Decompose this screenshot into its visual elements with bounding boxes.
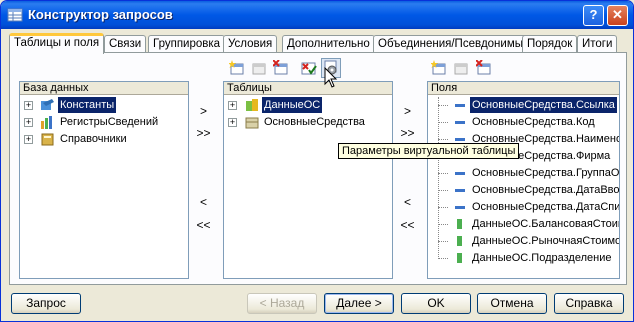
move-one-button[interactable]: > [193,101,214,121]
back-all-fields-button[interactable]: << [397,215,418,235]
tables-tree[interactable]: Таблицы + ДанныеОС + ОсновныеСредства [223,81,393,279]
tab-links[interactable]: Связи [104,35,147,53]
attribute-field-icon [455,172,465,175]
field-item[interactable]: ДанныеОС.Подразделение [428,250,619,266]
attribute-field-icon [455,206,465,209]
field-label: ОсновныеСредства.ДатаСписания [472,201,620,213]
tab-conditions[interactable]: Условия [223,35,278,53]
field-label: ДанныеОС.Подразделение [472,252,612,264]
resource-field-icon [457,236,462,246]
field-label: ДанныеОС.РыночнаяСтоимость [472,235,619,247]
field-item[interactable]: ОсновныеСредства.ГруппаОС [428,165,620,181]
tables-header: Таблицы [224,82,392,95]
attribute-field-icon [455,121,465,124]
tree-line [438,224,448,225]
tree-line [438,105,448,106]
expand-icon[interactable]: + [228,118,237,127]
table-icon [245,117,259,129]
resource-field-icon [457,253,462,263]
tree-item-label: ДанныеОС [262,97,323,113]
tab-order[interactable]: Порядок [522,35,578,53]
tree-item-data-os[interactable]: + ДанныеОС [224,97,392,113]
tree-item-label: РегистрыСведений [60,116,159,128]
query-designer-window: Конструктор запросов ? ✕ Таблицы и поля … [0,0,634,322]
expand-icon[interactable]: + [24,101,33,110]
next-button[interactable]: Далее > [324,293,394,314]
move-all-fields-button[interactable]: >> [397,123,418,143]
field-label: ОсновныеСредства.ГруппаОС [472,167,620,179]
field-item[interactable]: ОсновныеСредства.ДатаСписания [428,199,620,215]
catalogs-icon [41,133,54,146]
constants-icon [41,99,54,110]
tree-item-constants[interactable]: + Константы [20,97,188,113]
cancel-button[interactable]: Отмена [477,293,547,314]
fields-tree[interactable]: Поля ОсновныеСредства.Ссылка ОсновныеСред… [427,81,620,279]
query-button[interactable]: Запрос [11,293,81,314]
tree-line [438,139,448,140]
tab-grouping[interactable]: Группировка [148,35,226,53]
database-tree[interactable]: База данных + Константы + РегистрыСведен… [19,81,189,279]
field-item[interactable]: ДанныеОС.БалансоваяСтоимость [428,216,619,232]
ok-button[interactable]: OK [401,293,471,314]
help-title-button[interactable]: ? [583,5,604,26]
table-params-icon[interactable] [301,60,317,76]
tree-line [438,97,439,259]
field-item[interactable]: ОсновныеСредства.Код [428,114,619,130]
query-designer-icon [7,8,23,22]
tab-unions-aliases[interactable]: Объединения/Псевдонимы [373,35,529,53]
attribute-field-icon [455,189,465,192]
title-bar[interactable]: Конструктор запросов ? ✕ [1,1,633,29]
expand-icon[interactable]: + [24,118,33,127]
tree-line [438,190,448,191]
back-button[interactable]: < Назад [247,293,317,314]
help-button[interactable]: Справка [554,293,624,314]
tree-item-fixed-assets[interactable]: + ОсновныеСредства [224,114,392,130]
change-field-icon [454,63,468,75]
resource-field-icon [457,219,462,229]
tree-item-label: ОсновныеСредства [264,116,365,128]
back-all-button[interactable]: << [193,215,214,235]
field-item[interactable]: ДанныеОС.РыночнаяСтоимость [428,233,619,249]
change-table-icon [252,63,266,75]
field-label: ОсновныеСредства.Код [472,116,595,128]
back-one-field-button[interactable]: < [397,192,418,212]
tab-totals[interactable]: Итоги [577,35,618,53]
tab-tables-and-fields[interactable]: Таблицы и поля [9,33,105,54]
add-table-icon[interactable] [229,60,245,76]
tooltip: Параметры виртуальной таблицы [338,143,520,159]
add-field-icon[interactable] [431,60,447,76]
field-label: ДанныеОС.БалансоваяСтоимость [472,218,619,230]
fields-header: Поля [428,82,619,95]
move-all-button[interactable]: >> [193,123,214,143]
tree-item-label: Справочники [60,133,127,145]
attribute-field-icon [455,104,465,107]
field-label: ОсновныеСредства.Ссылка [470,97,617,113]
tree-item-catalogs[interactable]: + Справочники [20,131,188,147]
field-item[interactable]: ОсновныеСредства.ДатаВвода [428,182,620,198]
move-one-field-button[interactable]: > [397,101,418,121]
mouse-cursor-icon [324,67,338,88]
field-item[interactable]: ОсновныеСредства.Ссылка [428,97,619,113]
field-label: ОсновныеСредства.ДатаВвода [472,184,620,196]
tab-panel: База данных + Константы + РегистрыСведен… [9,52,627,285]
delete-table-icon[interactable] [273,60,289,76]
tab-advanced[interactable]: Дополнительно [282,35,375,53]
virtual-table-icon [246,99,258,111]
expand-icon[interactable]: + [24,135,33,144]
registers-icon [41,116,52,129]
delete-field-icon[interactable] [476,60,492,76]
tree-item-info-registers[interactable]: + РегистрыСведений [20,114,188,130]
tree-line [438,122,448,123]
database-header: База данных [20,82,188,95]
window-title: Конструктор запросов [28,7,173,22]
tree-line [438,258,448,259]
back-one-button[interactable]: < [193,192,214,212]
tree-item-label: Константы [58,97,117,113]
tree-line [438,207,448,208]
close-button[interactable]: ✕ [607,5,628,26]
tree-line [438,241,448,242]
expand-icon[interactable]: + [228,101,237,110]
tree-line [438,173,448,174]
